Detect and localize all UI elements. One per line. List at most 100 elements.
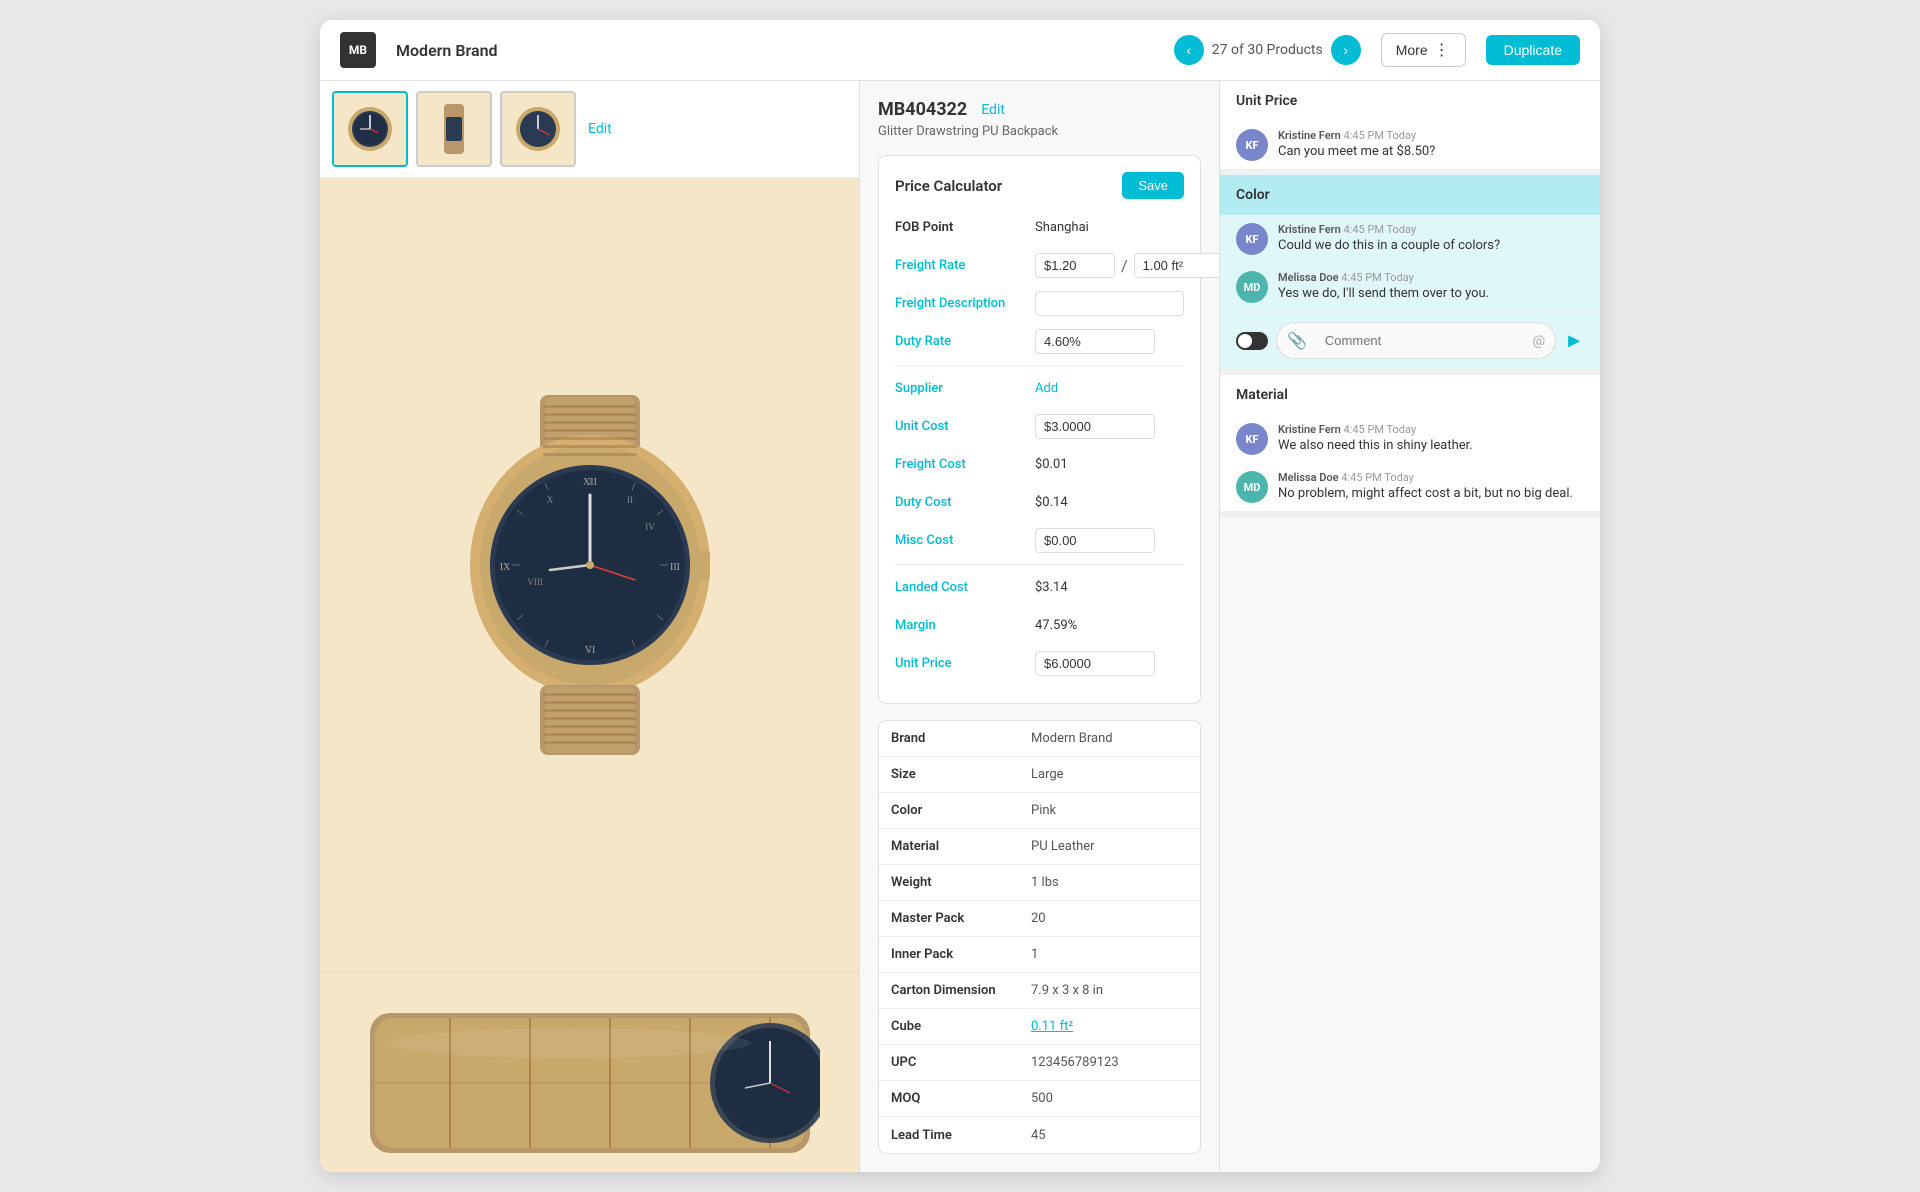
send-icon[interactable]: ► [1564, 328, 1584, 353]
spec-label: Carton Dimension [879, 975, 1019, 1006]
comment-time-3: 4:45 PM Today [1341, 271, 1414, 284]
nav-count: 27 of 30 Products [1212, 42, 1323, 58]
freight-unit-input[interactable] [1134, 253, 1220, 278]
svg-text:IV: IV [645, 522, 655, 532]
spec-value: Large [1019, 759, 1076, 790]
calc-row-duty-cost: Duty Cost $0.14 [895, 488, 1184, 516]
comment-content-1: Kristine Fern 4:45 PM Today Can you meet… [1278, 129, 1584, 159]
thumbnail-2[interactable] [416, 91, 492, 167]
material-section: Material KF Kristine Fern 4:45 PM Today … [1220, 375, 1600, 517]
svg-text:IX: IX [499, 562, 510, 573]
spec-row: Cube0.11 ft² [879, 1009, 1200, 1045]
calc-row-freight-desc: Freight Description [895, 289, 1184, 317]
spec-value: 1 [1019, 939, 1050, 970]
unit-price-label: Unit Price [895, 656, 1035, 671]
unit-price-comment-1: KF Kristine Fern 4:45 PM Today Can you m… [1220, 121, 1600, 169]
thumbnail-edit-link[interactable]: Edit [588, 121, 612, 137]
spec-label: Cube [879, 1011, 1019, 1042]
spec-row: ColorPink [879, 793, 1200, 829]
main-layout: Edit XII VI IX III [320, 81, 1600, 1172]
prev-button[interactable]: ‹ [1174, 35, 1204, 65]
comment-text-4: We also need this in shiny leather. [1278, 438, 1584, 453]
svg-text:VIII: VIII [527, 577, 543, 587]
calc-row-landed: Landed Cost $3.14 [895, 573, 1184, 601]
thumbnail-row: Edit [320, 81, 859, 178]
margin-value: 47.59% [1035, 618, 1184, 633]
next-button[interactable]: › [1331, 35, 1361, 65]
unit-price-input[interactable] [1035, 651, 1155, 676]
freight-slash: / [1121, 256, 1128, 275]
comment-content-2: Kristine Fern 4:45 PM Today Could we do … [1278, 223, 1584, 253]
unit-price-header: Unit Price [1220, 81, 1600, 121]
fob-label: FOB Point [895, 220, 1035, 235]
specs-table: BrandModern BrandSizeLargeColorPinkMater… [878, 720, 1201, 1154]
spec-row: Master Pack20 [879, 901, 1200, 937]
misc-cost-label: Misc Cost [895, 533, 1035, 548]
comment-meta-3: Melissa Doe 4:45 PM Today [1278, 271, 1584, 284]
duty-rate-input[interactable] [1035, 329, 1155, 354]
toggle-switch[interactable] [1236, 332, 1268, 350]
at-icon[interactable]: @ [1533, 333, 1546, 349]
product-edit-link[interactable]: Edit [981, 102, 1005, 118]
comment-text-1: Can you meet me at $8.50? [1278, 144, 1584, 159]
spec-label: Size [879, 759, 1019, 790]
calc-row-unit-price: Unit Price [895, 649, 1184, 677]
margin-label: Margin [895, 618, 1035, 633]
calc-row-unit-cost: Unit Cost [895, 412, 1184, 440]
comment-text-3: Yes we do, I'll send them over to you. [1278, 286, 1584, 301]
freight-rate-input[interactable] [1035, 253, 1115, 278]
spec-value: 7.9 x 3 x 8 in [1019, 975, 1115, 1006]
more-button[interactable]: More ⋮ [1381, 33, 1466, 67]
spec-value: Pink [1019, 795, 1068, 826]
comment-meta-1: Kristine Fern 4:45 PM Today [1278, 129, 1584, 142]
avatar-kf-2: KF [1236, 223, 1268, 255]
misc-cost-input[interactable] [1035, 528, 1155, 553]
color-header: Color [1220, 175, 1600, 215]
spec-row: Weight1 lbs [879, 865, 1200, 901]
spec-label: Material [879, 831, 1019, 862]
calc-row-freight-cost: Freight Cost $0.01 [895, 450, 1184, 478]
comment-text-2: Could we do this in a couple of colors? [1278, 238, 1584, 253]
color-section: Color KF Kristine Fern 4:45 PM Today Cou… [1220, 175, 1600, 375]
freight-desc-input[interactable] [1035, 291, 1184, 316]
product-name: Glitter Drawstring PU Backpack [878, 124, 1201, 139]
calc-row-fob: FOB Point Shanghai [895, 213, 1184, 241]
spec-value: 500 [1019, 1083, 1065, 1114]
comment-content-3: Melissa Doe 4:45 PM Today Yes we do, I'l… [1278, 271, 1584, 301]
avatar-kf-1: KF [1236, 129, 1268, 161]
right-panel: Unit Price KF Kristine Fern 4:45 PM Toda… [1220, 81, 1600, 1172]
comment-meta-5: Melissa Doe 4:45 PM Today [1278, 471, 1584, 484]
comment-author-2: Kristine Fern [1278, 223, 1341, 236]
spec-row: BrandModern Brand [879, 721, 1200, 757]
comment-input-area: 📎 @ ► [1220, 311, 1600, 369]
freight-inputs: / [1035, 253, 1220, 278]
thumbnail-1[interactable] [332, 91, 408, 167]
duty-cost-label: Duty Cost [895, 495, 1035, 510]
spec-row: Inner Pack1 [879, 937, 1200, 973]
attach-icon[interactable]: 📎 [1287, 331, 1307, 350]
product-image-bottom [320, 972, 859, 1172]
brand-logo: MB [340, 32, 376, 68]
calc-row-freight-rate: Freight Rate / [895, 251, 1184, 279]
comment-meta-4: Kristine Fern 4:45 PM Today [1278, 423, 1584, 436]
spec-value[interactable]: 0.11 ft² [1019, 1011, 1085, 1042]
duplicate-button[interactable]: Duplicate [1486, 35, 1580, 65]
comment-author-1: Kristine Fern [1278, 129, 1341, 142]
save-button[interactable]: Save [1122, 172, 1184, 199]
spec-value: 123456789123 [1019, 1047, 1131, 1078]
comment-input[interactable] [1313, 327, 1527, 354]
freight-cost-label: Freight Cost [895, 457, 1035, 472]
add-supplier-link[interactable]: Add [1035, 381, 1058, 396]
comment-time-1: 4:45 PM Today [1344, 129, 1417, 142]
thumbnail-3[interactable] [500, 91, 576, 167]
price-calculator: Price Calculator Save FOB Point Shanghai… [878, 155, 1201, 704]
header: MB Modern Brand ‹ 27 of 30 Products › Mo… [320, 20, 1600, 81]
freight-cost-value: $0.01 [1035, 457, 1184, 472]
spec-row: Carton Dimension7.9 x 3 x 8 in [879, 973, 1200, 1009]
more-dots-icon: ⋮ [1434, 40, 1451, 60]
freight-rate-label: Freight Rate [895, 258, 1035, 273]
fob-value: Shanghai [1035, 220, 1184, 235]
color-comment-1: KF Kristine Fern 4:45 PM Today Could we … [1220, 215, 1600, 263]
unit-cost-input[interactable] [1035, 414, 1155, 439]
app-container: MB Modern Brand ‹ 27 of 30 Products › Mo… [320, 20, 1600, 1172]
